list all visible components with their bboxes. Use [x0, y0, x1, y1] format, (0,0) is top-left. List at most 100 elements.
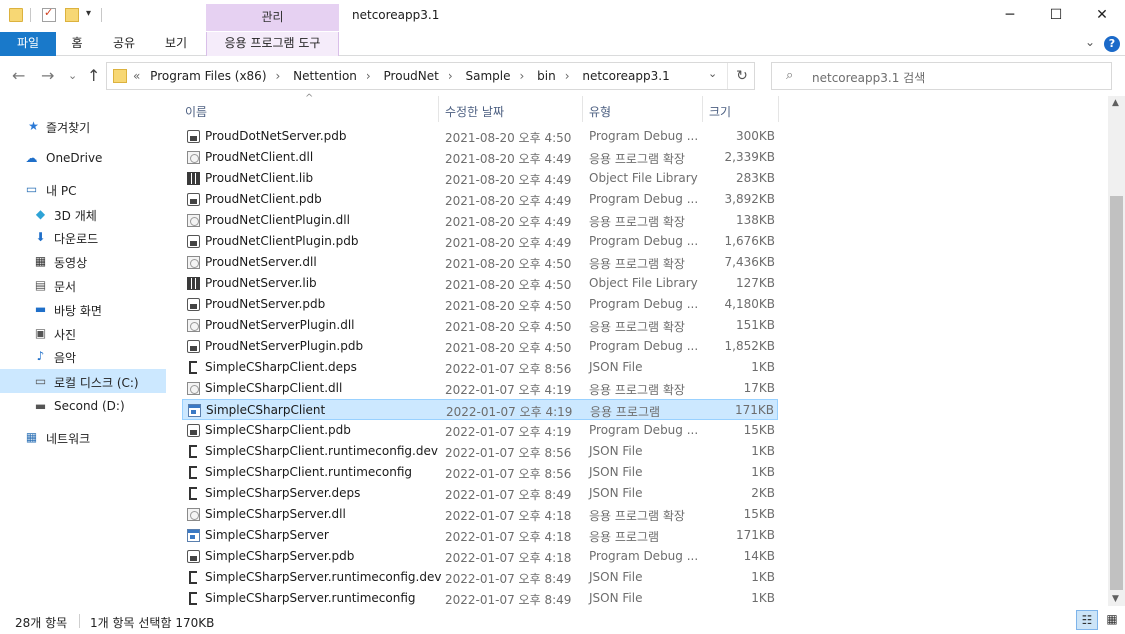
column-divider[interactable]	[778, 96, 779, 122]
file-type: Object File Library	[589, 171, 698, 185]
manage-tab[interactable]: 관리	[206, 4, 339, 31]
chevron-right-icon[interactable]: ›	[357, 69, 380, 83]
tab-view[interactable]: 보기	[158, 32, 194, 56]
search-input[interactable]: netcoreapp3.1 검색	[812, 69, 925, 86]
file-row[interactable]: ProudNetServer.pdb 2021-08-20 오후 4:50 Prog…	[182, 294, 778, 315]
file-date: 2021-08-20 오후 4:49	[445, 152, 572, 166]
cube-icon: ◆	[35, 207, 46, 221]
breadcrumb-item[interactable]: Program Files (x86)	[150, 69, 266, 83]
breadcrumb-item[interactable]: bin	[537, 69, 556, 83]
scroll-down-icon[interactable]: ▼	[1112, 594, 1119, 604]
column-divider[interactable]	[438, 96, 439, 122]
file-row[interactable]: SimpleCSharpServer.runtimeconfig.dev 2022…	[182, 567, 778, 588]
tab-file[interactable]: 파일	[0, 32, 56, 56]
file-row[interactable]: SimpleCSharpServer.deps 2022-01-07 오후 8:4…	[182, 483, 778, 504]
file-row[interactable]: ProudNetClient.dll 2021-08-20 오후 4:49 응용 프…	[182, 147, 778, 168]
tab-home[interactable]: 홈	[62, 32, 92, 56]
help-icon[interactable]: ?	[1104, 36, 1120, 52]
file-row[interactable]: SimpleCSharpClient.runtimeconfig.dev 2022…	[182, 441, 778, 462]
file-row[interactable]: ProudNetServerPlugin.dll 2021-08-20 오후 4:…	[182, 315, 778, 336]
sidebar-item[interactable]: ☁ OneDrive	[0, 146, 166, 170]
vertical-scrollbar[interactable]: ▲ ▼	[1108, 96, 1125, 606]
computer-icon: ▭	[25, 182, 38, 196]
breadcrumb-item[interactable]: Nettention	[293, 69, 357, 83]
file-row[interactable]: ProudNetServerPlugin.pdb 2021-08-20 오후 4:…	[182, 336, 778, 357]
file-row[interactable]: ProudNetClient.lib 2021-08-20 오후 4:49 Obje…	[182, 168, 778, 189]
file-row[interactable]: ProudNetServer.dll 2021-08-20 오후 4:50 응용 프…	[182, 252, 778, 273]
sort-ascending-icon: ^	[305, 93, 314, 104]
properties-icon[interactable]	[42, 6, 56, 22]
debug-file-icon	[187, 130, 200, 143]
folder-icon	[113, 69, 127, 83]
file-row[interactable]: ProudDotNetServer.pdb 2021-08-20 오후 4:50 P…	[182, 126, 778, 147]
address-bar[interactable]: « Program Files (x86) › Nettention › Proud…	[106, 62, 755, 90]
close-button[interactable]: ✕	[1079, 0, 1125, 32]
sidebar-item[interactable]: ⬇ 다운로드	[0, 225, 166, 249]
file-row[interactable]: ProudNetClientPlugin.pdb 2021-08-20 오후 4:…	[182, 231, 778, 252]
file-row[interactable]: SimpleCSharpClient.dll 2022-01-07 오후 4:19…	[182, 378, 778, 399]
column-divider[interactable]	[582, 96, 583, 122]
sidebar-item[interactable]: ▬ Second (D:)	[0, 394, 166, 418]
tab-application-tools[interactable]: 응용 프로그램 도구	[206, 32, 339, 56]
sidebar-item[interactable]: ◆ 3D 개체	[0, 202, 166, 226]
sidebar-item[interactable]: ♪ 음악	[0, 344, 166, 368]
sidebar-item[interactable]: ▭ 내 PC	[0, 177, 166, 201]
recent-locations-icon[interactable]: ⌄	[68, 69, 77, 82]
file-row[interactable]: SimpleCSharpServer.pdb 2022-01-07 오후 4:18…	[182, 546, 778, 567]
breadcrumb-item[interactable]: Sample	[466, 69, 511, 83]
back-arrow-icon[interactable]: ←	[12, 66, 25, 85]
new-folder-icon[interactable]	[65, 8, 79, 22]
minimize-button[interactable]: ─	[987, 0, 1033, 32]
sidebar-item[interactable]: ★ 즐겨찾기	[0, 114, 166, 138]
expand-ribbon-icon[interactable]: ⌄	[1085, 35, 1095, 49]
sidebar-item[interactable]: ▦ 네트워크	[0, 425, 166, 449]
forward-arrow-icon[interactable]: →	[41, 66, 54, 85]
file-row[interactable]: SimpleCSharpServer.dll 2022-01-07 오후 4:18…	[182, 504, 778, 525]
network-icon: ▦	[25, 430, 38, 444]
address-dropdown-icon[interactable]: ⌄	[708, 67, 717, 80]
refresh-icon[interactable]: ↻	[727, 63, 756, 89]
scrollbar-thumb[interactable]	[1110, 196, 1123, 590]
file-row[interactable]: SimpleCSharpServer 2022-01-07 오후 4:18 응용 프…	[182, 525, 778, 546]
file-row[interactable]: SimpleCSharpClient 2022-01-07 오후 4:19 응용 프…	[182, 399, 778, 420]
large-icons-view-icon[interactable]: ▦	[1101, 610, 1123, 630]
file-row[interactable]: SimpleCSharpClient.pdb 2022-01-07 오후 4:19…	[182, 420, 778, 441]
drive-icon: ▬	[34, 399, 47, 413]
file-date: 2022-01-07 오후 4:19	[445, 383, 572, 397]
up-arrow-icon[interactable]: ↑	[87, 66, 100, 85]
chevron-right-icon[interactable]: ›	[556, 69, 579, 83]
sidebar-item[interactable]: ▣ 사진	[0, 321, 166, 345]
file-type: JSON File	[589, 486, 643, 500]
json-file-icon	[189, 445, 197, 458]
file-row[interactable]: SimpleCSharpClient.deps 2022-01-07 오후 8:5…	[182, 357, 778, 378]
sidebar-item-label: 문서	[54, 280, 77, 294]
maximize-button[interactable]: ☐	[1033, 0, 1079, 32]
sidebar-item[interactable]: ▦ 동영상	[0, 249, 166, 273]
tab-share[interactable]: 공유	[106, 32, 142, 56]
details-view-icon[interactable]: ☷	[1076, 610, 1098, 630]
sidebar-item[interactable]: ▭ 로컬 디스크 (C:)	[0, 369, 166, 393]
breadcrumb-item[interactable]: ProudNet	[384, 69, 439, 83]
column-divider[interactable]	[702, 96, 703, 122]
search-box[interactable]: ⌕ netcoreapp3.1 검색	[771, 62, 1112, 90]
chevron-right-icon[interactable]: ›	[511, 69, 534, 83]
file-row[interactable]: ProudNetClient.pdb 2021-08-20 오후 4:49 Prog…	[182, 189, 778, 210]
file-row[interactable]: ProudNetClientPlugin.dll 2021-08-20 오후 4:…	[182, 210, 778, 231]
file-size: 1KB	[751, 444, 775, 458]
file-row[interactable]: SimpleCSharpClient.runtimeconfig 2022-01-…	[182, 462, 778, 483]
chevron-right-icon[interactable]: ›	[267, 69, 290, 83]
sidebar-item[interactable]: ▤ 문서	[0, 273, 166, 297]
sidebar-item[interactable]: ▬ 바탕 화면	[0, 297, 166, 321]
file-size: 138KB	[735, 213, 775, 227]
scroll-up-icon[interactable]: ▲	[1112, 98, 1119, 108]
breadcrumb-item[interactable]: netcoreapp3.1	[582, 69, 669, 83]
customize-toolbar-icon[interactable]: ▾	[86, 8, 91, 19]
application-icon	[187, 529, 200, 542]
file-date: 2021-08-20 오후 4:49	[445, 215, 572, 229]
file-row[interactable]: ProudNetServer.lib 2021-08-20 오후 4:50 Obje…	[182, 273, 778, 294]
folder-icon[interactable]	[9, 8, 23, 22]
file-size: 17KB	[743, 381, 775, 395]
chevron-right-icon[interactable]: ›	[439, 69, 462, 83]
file-name: SimpleCSharpServer.dll	[205, 507, 346, 521]
breadcrumb-overflow[interactable]: «	[133, 69, 146, 83]
